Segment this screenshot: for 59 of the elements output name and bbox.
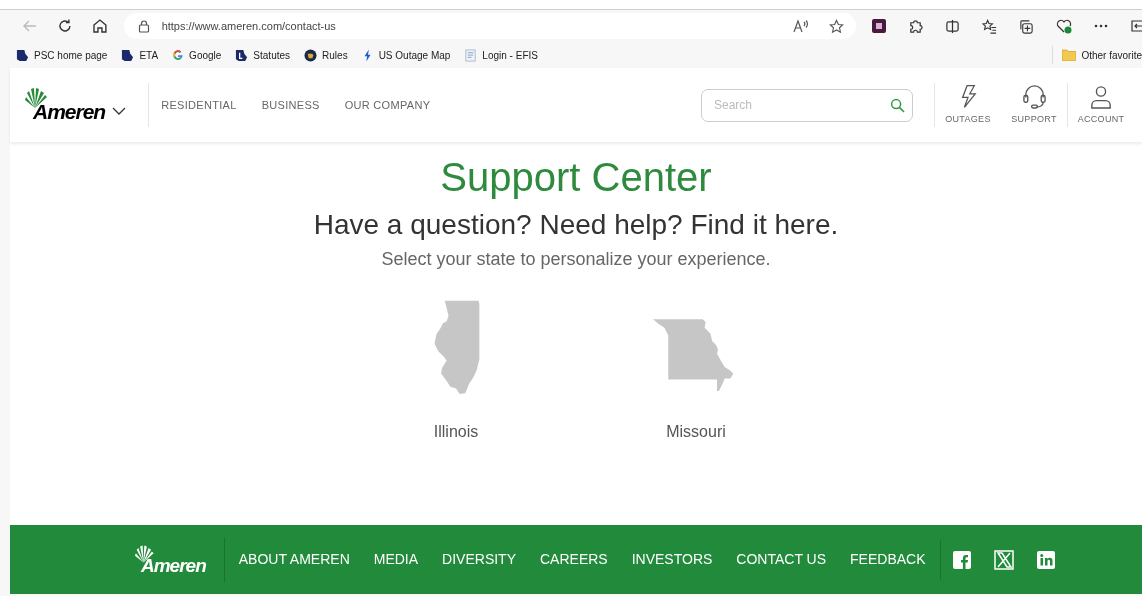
seal-icon bbox=[304, 48, 318, 62]
footer-link[interactable]: DIVERSITY bbox=[442, 549, 516, 570]
url-text: https://www.ameren.com/contact-us bbox=[161, 18, 336, 34]
lock-icon bbox=[137, 19, 150, 33]
sidebar-icon[interactable] bbox=[1130, 19, 1142, 33]
puzzle-icon[interactable] bbox=[908, 18, 923, 34]
folder-icon bbox=[1062, 49, 1077, 61]
header-action-button[interactable]: SUPPORT bbox=[1001, 83, 1067, 127]
lightning-icon bbox=[959, 83, 977, 110]
chevron-down-icon[interactable] bbox=[112, 107, 127, 115]
state-link[interactable]: Illinois bbox=[433, 420, 479, 444]
reload-icon[interactable] bbox=[56, 18, 73, 34]
header-action-button[interactable]: ACCOUNT bbox=[1068, 83, 1134, 127]
read-aloud-icon[interactable] bbox=[793, 19, 809, 33]
bookmark[interactable]: Login - EFIS bbox=[464, 47, 538, 63]
footer-logo[interactable]: Ameren bbox=[135, 544, 206, 575]
state-shape-icon bbox=[16, 48, 29, 62]
page-title: Support Center bbox=[440, 154, 712, 200]
bookmark[interactable]: Rules bbox=[304, 47, 348, 63]
bookmark[interactable]: PSC home page bbox=[16, 47, 108, 63]
footer-link[interactable]: MEDIA bbox=[373, 549, 419, 570]
footer-link[interactable]: CAREERS bbox=[540, 549, 608, 570]
footer-link[interactable]: CONTACT US bbox=[736, 549, 827, 570]
footer-link[interactable]: ABOUT AMEREN bbox=[238, 549, 350, 570]
linkedin-icon[interactable] bbox=[1036, 550, 1055, 569]
health-icon[interactable] bbox=[1056, 18, 1072, 34]
nav-link[interactable]: OUR COMPANY bbox=[344, 96, 431, 114]
footer-link[interactable]: FEEDBACK bbox=[850, 549, 926, 570]
extension-icon[interactable] bbox=[872, 19, 886, 33]
favorites-icon[interactable] bbox=[982, 18, 997, 34]
bookmark[interactable]: ETA bbox=[121, 47, 159, 63]
instruction-text: Select your state to personalize your experience. bbox=[381, 248, 771, 271]
header-action-button[interactable]: OUTAGES bbox=[935, 83, 1001, 127]
more-icon[interactable] bbox=[1094, 24, 1108, 28]
page-subtitle: Have a question? Need help? Find it here. bbox=[313, 208, 839, 242]
search-field[interactable]: Search bbox=[701, 88, 913, 122]
document-icon bbox=[464, 48, 478, 62]
nav-link[interactable]: BUSINESS bbox=[261, 96, 320, 114]
x-logo-icon[interactable] bbox=[993, 549, 1014, 570]
bookmark[interactable]: Statutes bbox=[235, 47, 291, 63]
split-screen-icon[interactable] bbox=[945, 18, 960, 34]
footer-link[interactable]: INVESTORS bbox=[631, 549, 713, 570]
nav-link[interactable]: RESIDENTIAL bbox=[161, 96, 237, 114]
google-icon bbox=[172, 49, 185, 61]
star-icon[interactable] bbox=[829, 18, 844, 34]
state-shape-icon bbox=[235, 48, 249, 62]
state-shape-icon bbox=[121, 48, 135, 62]
collections-icon[interactable] bbox=[1019, 18, 1034, 34]
home-icon[interactable] bbox=[91, 18, 108, 34]
bookmark[interactable]: US Outage Map bbox=[361, 47, 451, 63]
search-icon[interactable] bbox=[890, 97, 905, 113]
facebook-icon[interactable] bbox=[952, 550, 971, 569]
person-icon bbox=[1090, 83, 1112, 110]
address-bar[interactable]: https://www.ameren.com/contact-us bbox=[123, 13, 856, 39]
bookmark[interactable]: Google bbox=[172, 47, 222, 63]
headset-icon bbox=[1021, 83, 1047, 110]
bookmark-folder[interactable]: Other favorite bbox=[1062, 47, 1142, 63]
state-link[interactable]: Missouri bbox=[666, 420, 726, 444]
logo[interactable]: Ameren bbox=[25, 88, 106, 122]
